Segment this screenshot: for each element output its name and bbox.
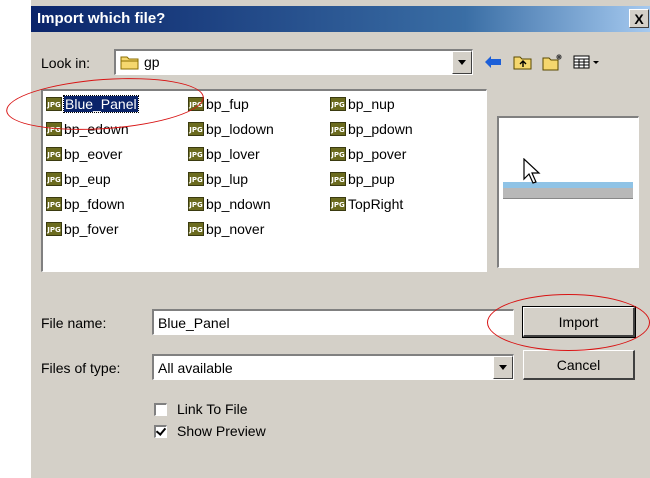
file-item[interactable]: JPG bp_lover — [188, 144, 260, 164]
dialog-title: Import which file? — [37, 10, 166, 27]
file-name-text: bp_ndown — [206, 196, 271, 212]
jpg-file-icon: JPG — [330, 122, 346, 136]
mouse-cursor-icon — [523, 158, 541, 184]
view-menu-icon[interactable] — [572, 52, 602, 72]
image-preview — [497, 116, 639, 268]
look-in-value: gp — [144, 54, 160, 70]
file-name-text: bp_nup — [348, 96, 395, 112]
close-button[interactable]: X — [629, 9, 649, 28]
annotation-oval-import — [487, 294, 650, 351]
file-name-text: bp_pover — [348, 146, 407, 162]
jpg-file-icon: JPG — [330, 97, 346, 111]
link-to-file-option[interactable]: Link To File — [154, 401, 248, 417]
jpg-file-icon: JPG — [46, 222, 62, 236]
title-bar: Import which file? X — [31, 6, 650, 32]
jpg-file-icon: JPG — [46, 172, 62, 186]
file-name-text: bp_pdown — [348, 121, 413, 137]
jpg-file-icon: JPG — [330, 147, 346, 161]
file-name-text: bp_eup — [64, 171, 111, 187]
show-preview-option[interactable]: Show Preview — [154, 423, 266, 439]
file-item[interactable]: JPG bp_ndown — [188, 194, 271, 214]
jpg-file-icon: JPG — [46, 147, 62, 161]
file-name-input[interactable]: Blue_Panel — [152, 309, 514, 335]
file-item[interactable]: JPG TopRight — [330, 194, 403, 214]
new-folder-icon[interactable] — [542, 52, 564, 72]
file-name-text: bp_pup — [348, 171, 395, 187]
file-name-text: bp_fup — [206, 96, 249, 112]
link-to-file-label: Link To File — [177, 401, 248, 417]
jpg-file-icon: JPG — [188, 197, 204, 211]
chevron-down-icon — [458, 60, 466, 65]
file-name-text: bp_lodown — [206, 121, 274, 137]
files-of-type-dropdown-button[interactable] — [493, 356, 513, 379]
look-in-label: Look in: — [41, 55, 91, 71]
file-item[interactable]: JPG bp_lup — [188, 169, 248, 189]
file-item[interactable]: JPG bp_fdown — [46, 194, 125, 214]
file-item[interactable]: JPG bp_lodown — [188, 119, 274, 139]
file-item[interactable]: JPG bp_eover — [46, 144, 122, 164]
file-item[interactable]: JPG bp_nup — [330, 94, 395, 114]
link-to-file-checkbox[interactable] — [154, 402, 167, 416]
jpg-file-icon: JPG — [188, 222, 204, 236]
jpg-file-icon: JPG — [188, 122, 204, 136]
jpg-file-icon: JPG — [46, 197, 62, 211]
jpg-file-icon: JPG — [330, 172, 346, 186]
chevron-down-icon — [499, 365, 507, 370]
import-dialog: Import which file? X Look in: gp JPG Blu… — [30, 0, 650, 478]
file-item[interactable]: JPG bp_fover — [46, 219, 118, 239]
up-folder-icon[interactable] — [512, 52, 534, 72]
jpg-file-icon: JPG — [188, 147, 204, 161]
preview-image-bottom — [503, 188, 633, 199]
file-name-text: bp_eover — [64, 146, 123, 162]
file-item[interactable]: JPG bp_pover — [330, 144, 406, 164]
file-item[interactable]: JPG bp_pdown — [330, 119, 413, 139]
show-preview-checkbox[interactable] — [154, 424, 167, 438]
folder-icon — [120, 54, 140, 74]
file-item[interactable]: JPG bp_nover — [188, 219, 264, 239]
file-name-text: bp_nover — [206, 221, 265, 237]
file-name-text: TopRight — [348, 196, 404, 212]
cancel-button[interactable]: Cancel — [523, 350, 635, 380]
file-name-text: bp_fdown — [64, 196, 125, 212]
show-preview-label: Show Preview — [177, 423, 266, 439]
file-item[interactable]: JPG bp_eup — [46, 169, 111, 189]
file-name-text: bp_fover — [64, 221, 119, 237]
files-of-type-select[interactable]: All available — [152, 354, 514, 380]
look-in-combo[interactable]: gp — [114, 49, 473, 75]
file-item[interactable]: JPG bp_pup — [330, 169, 395, 189]
file-name-value: Blue_Panel — [158, 315, 230, 331]
look-in-dropdown-button[interactable] — [452, 51, 472, 74]
jpg-file-icon: JPG — [330, 197, 346, 211]
file-name-label: File name: — [41, 315, 107, 331]
files-of-type-value: All available — [158, 360, 233, 376]
file-name-text: bp_lover — [206, 146, 260, 162]
file-name-text: bp_lup — [206, 171, 249, 187]
back-arrow-icon[interactable] — [482, 52, 504, 72]
jpg-file-icon: JPG — [188, 172, 204, 186]
files-of-type-label: Files of type: — [41, 360, 121, 376]
